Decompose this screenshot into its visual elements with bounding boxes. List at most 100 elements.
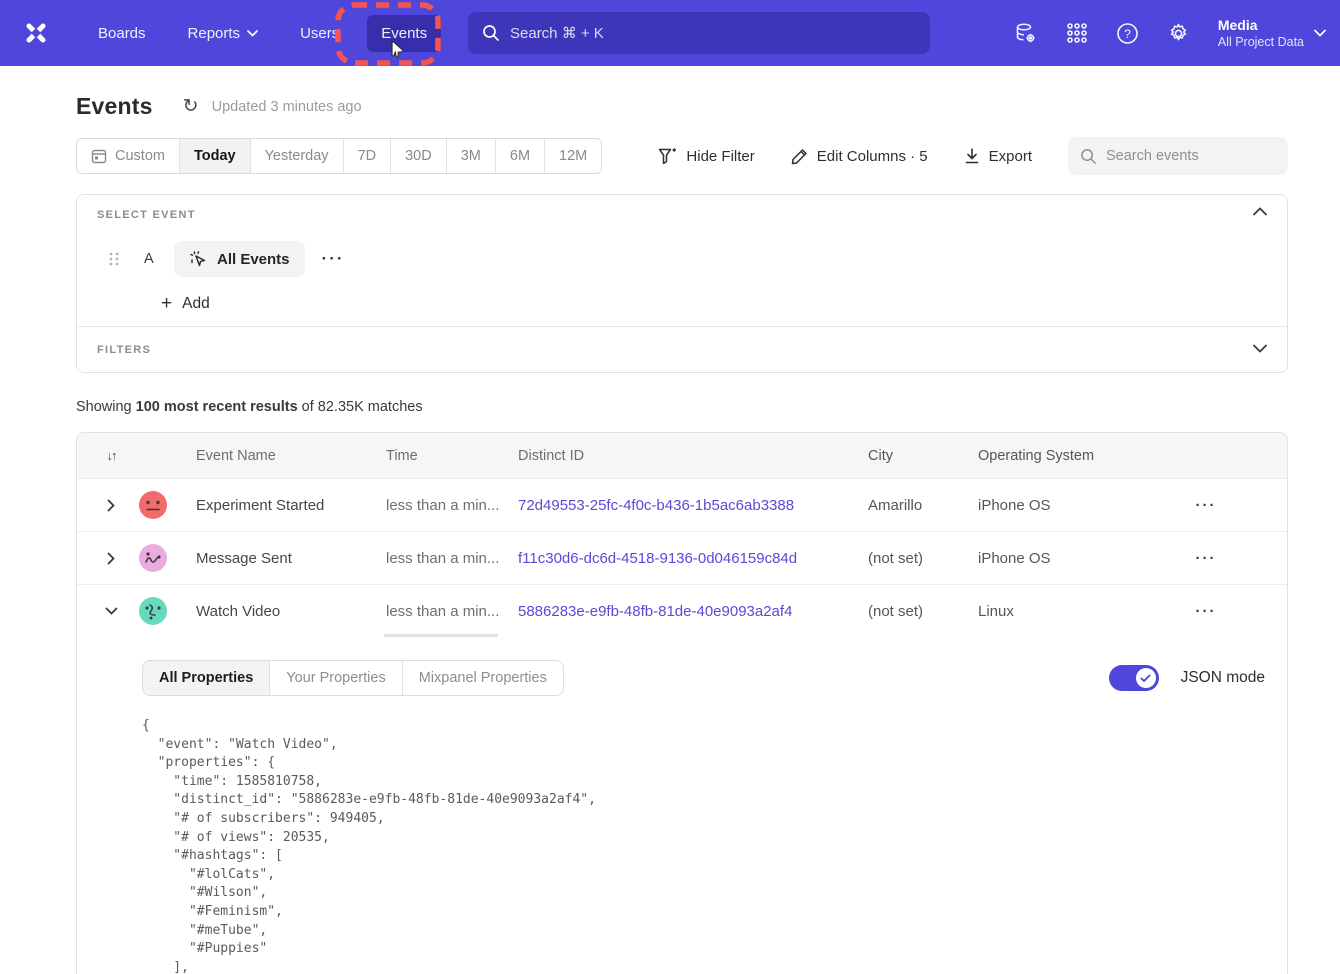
cell-os: iPhone OS [978, 497, 1163, 514]
chevron-down-icon[interactable] [101, 607, 121, 615]
date-option-3m[interactable]: 3M [447, 139, 496, 173]
date-option-label: Today [194, 148, 236, 164]
chevron-right-icon[interactable] [101, 499, 121, 512]
hide-filter-button[interactable]: Hide Filter [658, 148, 754, 165]
calendar-icon [91, 148, 107, 164]
project-switcher[interactable]: Media All Project Data [1218, 16, 1326, 50]
chevron-down-icon[interactable] [1253, 344, 1269, 360]
help-icon[interactable]: ? [1116, 21, 1140, 45]
cell-distinct-id[interactable]: 72d49553-25fc-4f0c-b436-1b5ac6ab3388 [518, 497, 868, 514]
top-navbar: Boards Reports Users Events [0, 0, 1340, 66]
global-search-input[interactable] [510, 25, 916, 42]
nav-item-boards[interactable]: Boards [84, 15, 160, 52]
chevron-up-icon[interactable] [1253, 207, 1269, 223]
tab-all-properties[interactable]: All Properties [143, 661, 270, 695]
date-option-30d[interactable]: 30D [391, 139, 447, 173]
mixpanel-logo[interactable] [18, 15, 54, 51]
nav-item-label: Events [381, 25, 427, 42]
data-management-icon[interactable] [1014, 21, 1038, 45]
search-events-box[interactable] [1068, 137, 1288, 175]
cell-city: Amarillo [868, 497, 978, 514]
filters-label: FILTERS [97, 344, 151, 356]
cell-distinct-id[interactable]: 5886283e-e9fb-48fb-81de-40e9093a2af4 [518, 603, 868, 620]
apps-grid-icon[interactable] [1065, 21, 1089, 45]
global-search[interactable] [468, 12, 930, 54]
project-name: Media [1218, 16, 1304, 34]
date-option-6m[interactable]: 6M [496, 139, 545, 173]
date-option-custom[interactable]: Custom [77, 139, 180, 173]
project-subtitle: All Project Data [1218, 34, 1304, 50]
row-more-button[interactable]: ··· [1186, 497, 1226, 514]
event-row: A All Events ··· [97, 241, 1267, 277]
wizard-cursor-icon [189, 250, 208, 269]
detail-toolbar: All Properties Your Properties Mixpanel … [142, 660, 1267, 696]
date-option-12m[interactable]: 12M [545, 139, 601, 173]
event-pill-label: All Events [217, 251, 290, 268]
date-option-label: Yesterday [265, 148, 329, 164]
search-icon [1080, 148, 1097, 165]
date-option-yesterday[interactable]: Yesterday [251, 139, 344, 173]
event-detail-panel: All Properties Your Properties Mixpanel … [77, 637, 1287, 974]
table-toolbar: Hide Filter Edit Columns · 5 Export [658, 137, 1288, 175]
funnel-plus-icon [658, 148, 677, 165]
date-option-7d[interactable]: 7D [344, 139, 392, 173]
row-more-button[interactable]: ··· [1186, 550, 1226, 567]
nav-item-events[interactable]: Events [367, 15, 441, 52]
chevron-right-icon[interactable] [101, 552, 121, 565]
column-header-event-name[interactable]: Event Name [196, 448, 386, 464]
nav-right-cluster: ? Media All Project Data [1014, 0, 1326, 66]
events-table: ↓↑ Event Name Time Distinct ID City Oper… [76, 432, 1288, 974]
event-json-viewer[interactable]: { "event": "Watch Video", "properties": … [142, 717, 1267, 974]
filters-section[interactable]: FILTERS [77, 326, 1287, 372]
nav-item-users[interactable]: Users [286, 15, 353, 52]
tab-mixpanel-properties[interactable]: Mixpanel Properties [403, 661, 563, 695]
export-label: Export [989, 148, 1032, 165]
row-more-button[interactable]: ··· [1186, 603, 1226, 620]
column-header-os[interactable]: Operating System [978, 448, 1163, 464]
export-button[interactable]: Export [964, 148, 1032, 165]
table-row-expanded[interactable]: Watch Video less than a min... 5886283e-… [77, 584, 1287, 637]
pencil-icon [791, 148, 808, 165]
cell-time: less than a min... [386, 550, 518, 567]
column-header-time[interactable]: Time [386, 448, 518, 464]
cell-distinct-id[interactable]: f11c30d6-dc6d-4518-9136-0d046159c84d [518, 550, 868, 567]
sort-icon[interactable]: ↓↑ [101, 448, 121, 463]
table-header-row: ↓↑ Event Name Time Distinct ID City Oper… [77, 433, 1287, 478]
date-option-label: 3M [461, 148, 481, 164]
nav-item-reports[interactable]: Reports [174, 15, 273, 52]
date-option-label: 30D [405, 148, 432, 164]
svg-text:?: ? [1125, 26, 1132, 40]
nav-item-label: Reports [188, 25, 241, 42]
table-row[interactable]: Message Sent less than a min... f11c30d6… [77, 531, 1287, 584]
add-event-button[interactable]: + Add [161, 295, 241, 313]
event-more-button[interactable]: ··· [322, 249, 345, 269]
edit-columns-button[interactable]: Edit Columns · 5 [791, 148, 928, 165]
date-option-today[interactable]: Today [180, 139, 251, 173]
query-builder-card: SELECT EVENT A [76, 194, 1288, 373]
column-header-city[interactable]: City [868, 448, 978, 464]
tab-your-properties[interactable]: Your Properties [270, 661, 402, 695]
json-mode-toggle[interactable] [1109, 665, 1159, 691]
cell-event-name: Watch Video [196, 603, 386, 620]
cell-time: less than a min... [386, 497, 518, 514]
chevron-down-icon [1314, 29, 1326, 37]
table-row[interactable]: Experiment Started less than a min... 72… [77, 478, 1287, 531]
select-event-section: SELECT EVENT A [77, 195, 1287, 326]
json-mode-label: JSON mode [1181, 669, 1265, 687]
chevron-down-icon [247, 30, 258, 37]
refresh-icon[interactable]: ↻ [183, 97, 203, 117]
search-events-input[interactable] [1106, 148, 1276, 164]
settings-gear-icon[interactable] [1167, 21, 1191, 45]
json-mode-control: JSON mode [1109, 665, 1267, 691]
last-updated-text: Updated 3 minutes ago [212, 99, 362, 115]
cell-time: less than a min... [386, 603, 518, 620]
drag-handle-icon[interactable] [108, 251, 120, 267]
event-selector-pill[interactable]: All Events [174, 241, 305, 277]
column-header-distinct-id[interactable]: Distinct ID [518, 448, 868, 464]
cell-os: iPhone OS [978, 550, 1163, 567]
horizontal-scrollbar-thumb[interactable] [384, 634, 498, 637]
nav-item-label: Boards [98, 25, 146, 42]
avatar [138, 490, 168, 520]
nav-item-label: Users [300, 25, 339, 42]
cell-os: Linux [978, 603, 1163, 620]
